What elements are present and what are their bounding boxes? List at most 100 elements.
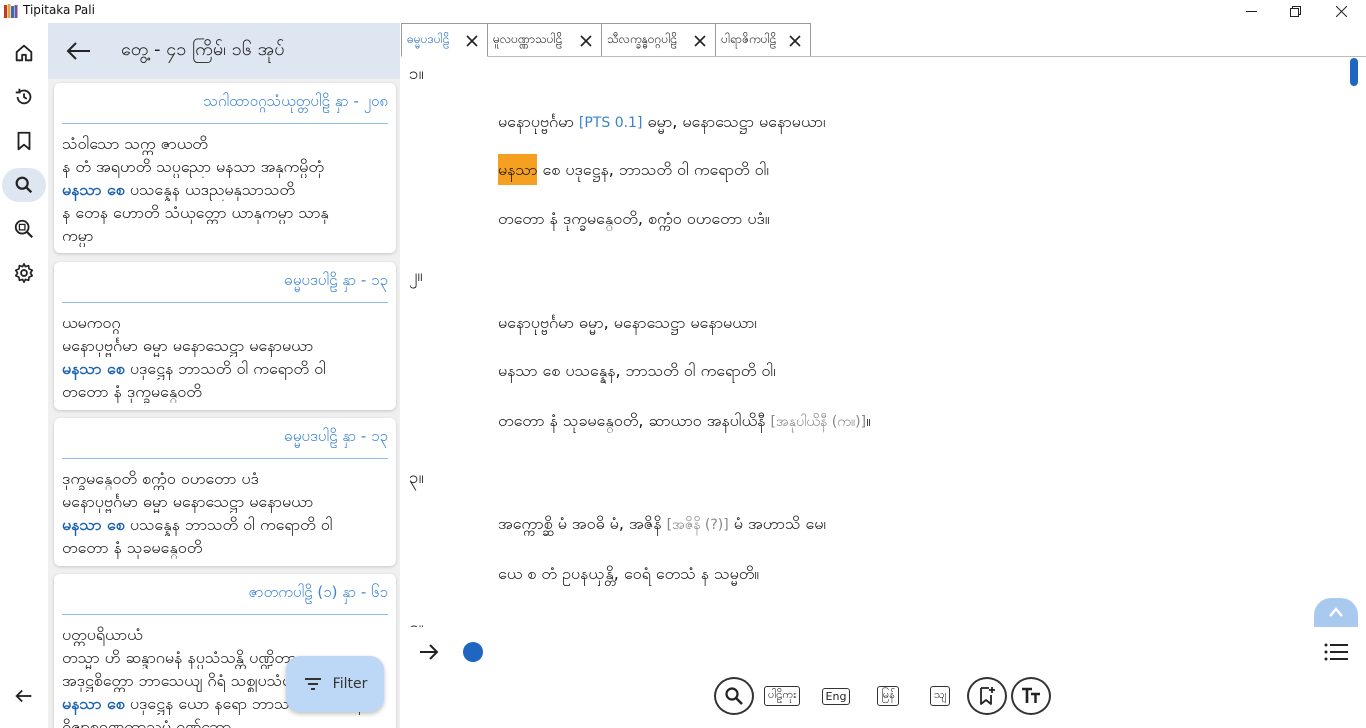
home-button[interactable] [2, 36, 46, 70]
snippet-line: သံဝါသော သက္က ဇာယတိ [62, 134, 208, 153]
close-icon[interactable] [579, 34, 593, 48]
paragraph-number: ၃။ [409, 468, 424, 488]
pali-commentary-button[interactable]: ပါဠိကုး [762, 677, 802, 715]
tab-dhammapada[interactable]: ဓမ္မပဒပါဠိ [401, 23, 488, 57]
pts-reference[interactable]: [PTS 0.1] [579, 115, 643, 131]
result-book-page: သဂါထာဝဂ္ဂသံယုတ္တပါဠိ နှာ - ၂၀၈ [203, 92, 388, 110]
tab-silakkhandhavagga[interactable]: သီလက္ခန္ဓဝဂ္ဂပါဠိ [601, 23, 716, 57]
myanmar-button[interactable]: မြန် [868, 677, 908, 715]
eng-label: Eng [821, 687, 851, 705]
result-snippet: ယမကဝဂ္ဂ မနောပုဗ္ဗင်္ဂမာ ဓမ္မာ မနောသေဋ္ဌာ… [62, 311, 390, 403]
reader-content[interactable]: ၁။ မနောပုဗ္ဗင်္ဂမာ [PTS 0.1] ဓမ္မာ, မနော… [401, 57, 1347, 627]
text-size-button[interactable] [1011, 677, 1051, 715]
search-hit: မနသာ စေ [62, 515, 125, 534]
back-arrow-icon[interactable] [64, 40, 92, 62]
search-hit: မနသာ စေ [62, 359, 125, 378]
history-icon [15, 88, 32, 105]
snippet-line: န တေန ဟောတိ သံယုတ္တော ယာနုကမ္ပာ သာနု [62, 203, 329, 222]
snippet-line: မနောပုဗ္ဗင်္ဂမာ ဓမ္မာ မနောသေဋ္ဌာ မနောမယာ [62, 336, 314, 355]
verse-text: တတော နံ သုခမန္ဝေတိ, ဆာယာဝ အနပါယိနီ [498, 411, 771, 430]
result-card[interactable]: ဓမ္မပဒပါဠိ နှာ - ၁၃ ဒုက္ခမန္ဝေတိ စက္ကံဝ … [54, 418, 396, 566]
result-card[interactable]: ဓမ္မပဒပါဠိ နှာ - ၁၃ ယမကဝဂ္ဂ မနောပုဗ္ဗင်္… [54, 262, 396, 410]
verse-text: ။ [866, 411, 871, 430]
close-icon [1335, 6, 1347, 17]
app-window: { "window": {"title": "Tipitaka Pali"}, … [0, 0, 1366, 728]
restore-button[interactable] [1272, 0, 1318, 23]
verse-text: စေ ပဒုဋ္ဌေန, ဘာသတိ ဝါ ကရောတိ ဝါ၊ [537, 160, 769, 179]
paragraph-number: ၄။ [409, 617, 424, 627]
verse-text: မံ အဟာသိ မေ၊ [728, 514, 826, 533]
restore-icon [1289, 6, 1301, 17]
verse-line: တတော နံ ဒုက္ခမန္ဝေတိ, စက္ကံဝ ဝဟတော ပဒံ။ [498, 209, 770, 228]
close-window-button[interactable] [1318, 0, 1364, 23]
page-slider-handle[interactable] [463, 642, 483, 662]
verse-text: မနောပုဗ္ဗင်္ဂမာ [498, 112, 579, 131]
minimize-button[interactable] [1228, 0, 1274, 23]
bookmarks-button[interactable] [2, 124, 46, 158]
close-icon[interactable] [693, 34, 707, 48]
snippet-line: ပတ္တပရိယာယံ [62, 625, 143, 644]
dictionary-button[interactable] [2, 212, 46, 246]
result-card[interactable]: သဂါထာဝဂ္ဂသံယုတ္တပါဠိ နှာ - ၂၀၈ သံဝါသော သ… [54, 83, 396, 253]
myanmar-label: မြန် [877, 686, 899, 706]
search-hit: မနသာ စေ [62, 180, 125, 199]
tab-parajika[interactable]: ပါရာဇိကပါဠိ [715, 23, 811, 57]
settings-button[interactable] [2, 256, 46, 290]
verse-text: ဓမ္မာ, မနောသေဋ္ဌာ မနောမယာ၊ [642, 112, 826, 131]
title-bar: Tipitaka Pali [0, 0, 1366, 23]
snippet-line: ဂိဇ္ဈာစရဏကာသမုံ ဂုဏ်ဘော [62, 717, 232, 728]
tab-label: ပါရာဇိကပါဠိ [721, 32, 777, 46]
snippet-line: မနသာ စေ ပသန္နေန ယဒညမနုသာသတိ [62, 178, 390, 201]
divider [62, 458, 388, 459]
arrow-left-icon [15, 689, 32, 703]
filter-button[interactable]: Filter [286, 656, 384, 712]
search-in-book-button[interactable] [714, 677, 754, 715]
verse-line: မနသာ စေ ပဒုဋ္ဌေန, ဘာသတိ ဝါ ကရောတိ ဝါ၊ [498, 154, 769, 185]
search-icon [15, 176, 33, 194]
result-book-page: ဇာတကပါဠိ (၁) နှာ - ၆၁ [248, 583, 388, 601]
vertical-scrollbar[interactable] [1347, 57, 1366, 627]
snippet-line: မနသာ စေ ပသန္နေန ဘာသတိ ဝါ ကရောတိ ဝါ [62, 513, 390, 536]
window-title: Tipitaka Pali [23, 3, 95, 17]
search-nav-button[interactable] [2, 168, 46, 202]
text-size-icon [1022, 687, 1040, 703]
result-book-page: ဓမ္မပဒပါဠိ နှာ - ၁၃ [284, 427, 388, 445]
english-button[interactable]: Eng [816, 677, 856, 715]
search-icon [725, 687, 743, 705]
tab-label: ဓမ္မပဒပါဠိ [407, 32, 450, 46]
home-icon [15, 44, 33, 62]
collapse-panel-button[interactable] [2, 679, 46, 713]
variant-note: [အဇိနိ (?)] [666, 517, 729, 533]
history-button[interactable] [2, 80, 46, 114]
arrow-right-icon[interactable] [418, 641, 440, 663]
paragraph-number: ၁။ [409, 64, 424, 84]
verse-line: အက္ကောစ္ဆိ မံ အဝဓိ မံ, အဇိနိ [အဇိနိ (?)]… [498, 513, 826, 537]
snippet-line: ယမကဝဂ္ဂ [62, 313, 121, 332]
snippet-line: တတော နံ သုခမန္ဝေတိ [62, 538, 203, 557]
abbreviation-button[interactable]: သျ [920, 677, 960, 715]
snippet-line: ကမ္ပာ [62, 226, 94, 245]
bookmark-icon [17, 131, 31, 151]
dictionary-search-icon [14, 219, 34, 239]
tab-bar: ဓမ္မပဒပါဠိ မူလပဏ္ဏာသပါဠိ သီလက္ခန္ဓဝဂ္ဂပါ… [401, 23, 1366, 57]
divider [62, 123, 388, 124]
tab-label: သီလက္ခန္ဓဝဂ္ဂပါဠိ [607, 32, 678, 46]
verse-line: တတော နံ သုခမန္ဝေတိ, ဆာယာဝ အနပါယိနီ [အနုပ… [498, 410, 871, 434]
snippet-line: ဒုက္ခမန္ဝေတိ စက္ကံဝ ဝဟတော ပဒံ [62, 469, 259, 488]
scrollbar-thumb[interactable] [1350, 58, 1358, 86]
search-results-header: တွေ့ - ၄၁ ကြိမ်၊ ၁၆ အုပ် [48, 23, 400, 79]
close-icon[interactable] [788, 34, 802, 48]
table-of-contents-icon[interactable] [1324, 642, 1348, 662]
result-snippet: ဒုက္ခမန္ဝေတိ စက္ကံဝ ဝဟတော ပဒံ မနောပုဗ္ဗင… [62, 467, 390, 559]
snippet-line: မနသာ စေ ပဒုဋ္ဌေန ဘာသတိ ဝါ ကရောတိ ဝါ [62, 357, 390, 380]
search-results-title: တွေ့ - ၄၁ ကြိမ်၊ ၁၆ အုပ် [121, 39, 285, 60]
snippet-line: မနောပုဗ္ဗင်္ဂမာ ဓမ္မာ မနောသေဋ္ဌာ မနောမယာ [62, 492, 314, 511]
bookmark-add-icon [980, 687, 995, 705]
add-bookmark-button[interactable] [967, 677, 1007, 715]
snippet-text: ပဒုဋ္ဌေန ဘာသတိ ဝါ ကရောတိ ဝါ [124, 359, 326, 378]
navigation-rail [0, 23, 48, 728]
close-icon[interactable] [465, 34, 479, 48]
app-logo-icon [4, 4, 18, 18]
variant-note: [အနုပါယိနီ (က။)] [770, 414, 867, 430]
tab-mulapannasa[interactable]: မူလပဏ္ဏာသပါဠိ [487, 23, 602, 57]
